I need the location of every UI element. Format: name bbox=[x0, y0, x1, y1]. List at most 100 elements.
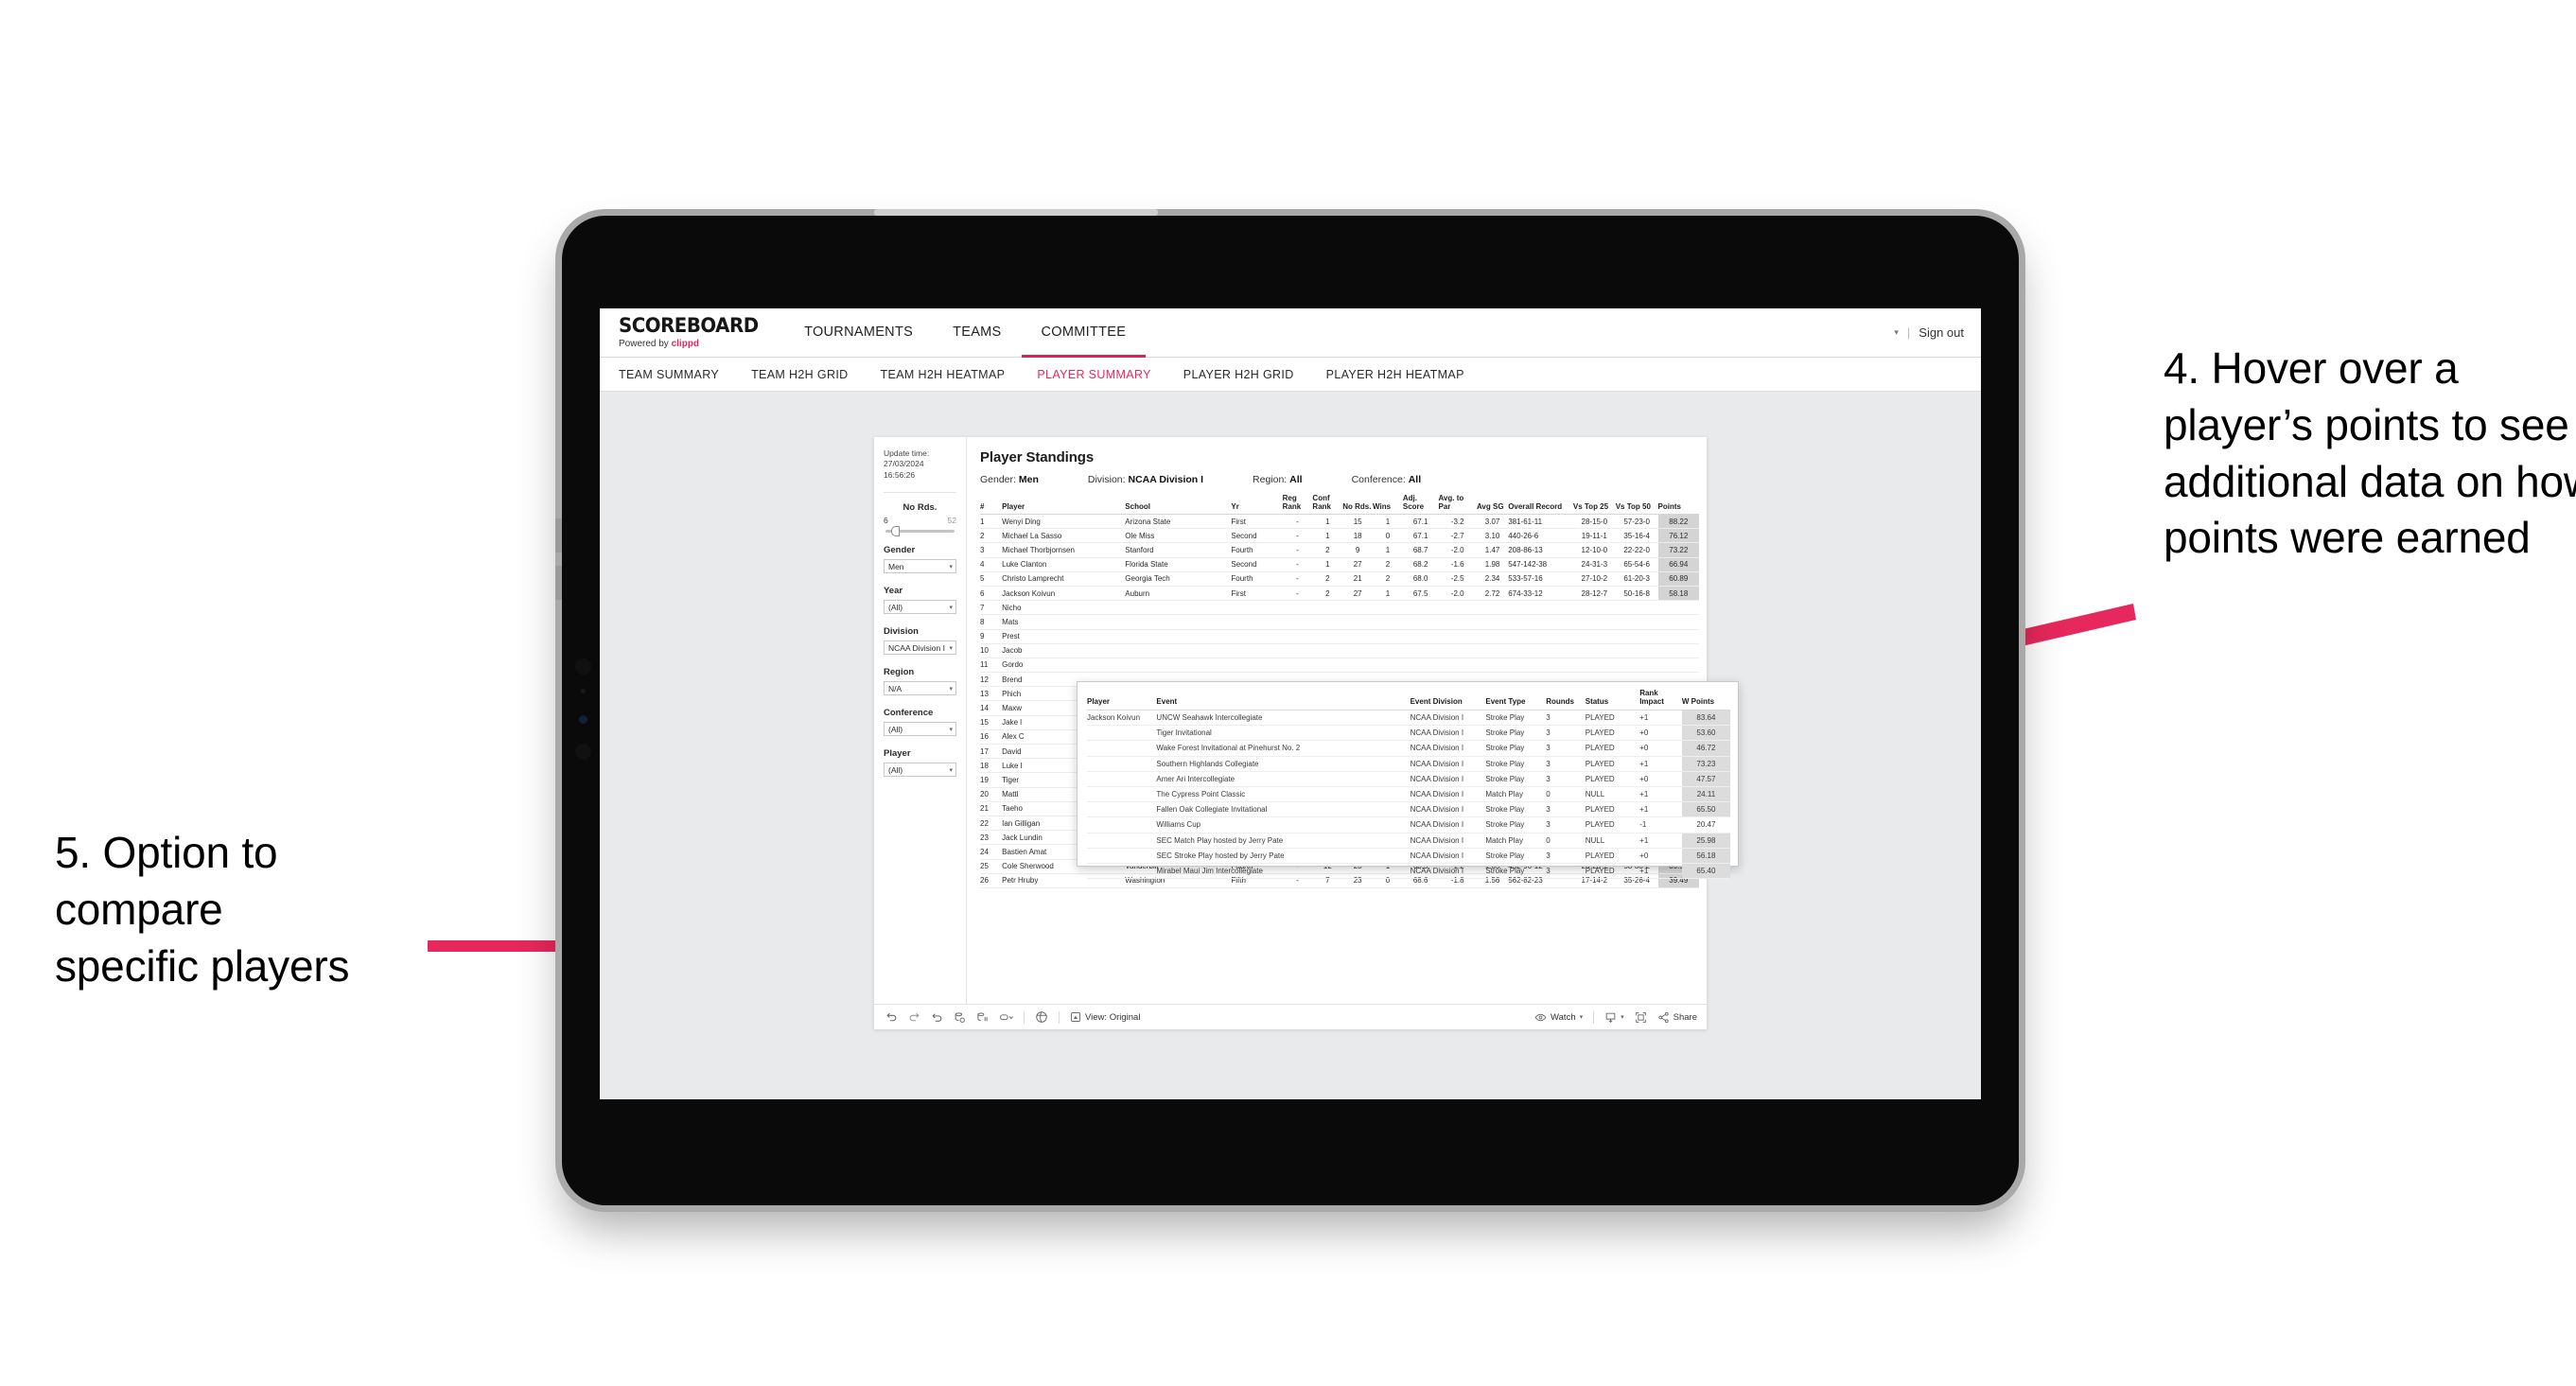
brand-logo[interactable]: SCOREBOARD Powered by clippd bbox=[600, 308, 784, 357]
tab-player-h2h-grid[interactable]: PLAYER H2H GRID bbox=[1183, 368, 1294, 381]
table-row[interactable]: 3 Michael Thorbjornsen Stanford Fourth -2 9 1 6… bbox=[980, 542, 1699, 558]
cell-points[interactable]: 76.12 bbox=[1657, 528, 1699, 544]
crumb-conference: Conference: All bbox=[1352, 474, 1422, 485]
tooltip-row: Mirabel Maui Jim Intercollegiate NCAA Div… bbox=[1087, 863, 1730, 880]
table-row[interactable]: 8 Mats bbox=[980, 614, 1699, 630]
redo-icon[interactable] bbox=[908, 1011, 920, 1024]
table-row[interactable]: 10 Jacob bbox=[980, 643, 1699, 658]
col-vs-top-50[interactable]: Vs Top 50 bbox=[1615, 494, 1658, 515]
filter-sidebar: Update time: 27/03/2024 16:56:26 No Rds.… bbox=[874, 437, 967, 1004]
filter-year-select[interactable]: (All) ▾ bbox=[884, 600, 956, 615]
table-row[interactable]: 1 Wenyi Ding Arizona State First -1 15 1 67.1 -3… bbox=[980, 515, 1699, 530]
pause-auto-update-icon[interactable] bbox=[976, 1011, 989, 1024]
cell-school: Stanford bbox=[1125, 542, 1232, 558]
watch-button[interactable]: Watch ▾ bbox=[1534, 1011, 1583, 1024]
cell-overall-record: 208-86-13 bbox=[1508, 542, 1573, 558]
cell-points[interactable] bbox=[1657, 629, 1699, 644]
share-view-icon[interactable] bbox=[1035, 1010, 1048, 1024]
cell-avg-sg: 1.47 bbox=[1476, 542, 1509, 558]
filter-gender-select[interactable]: Men ▾ bbox=[884, 559, 956, 574]
col-avg-sg[interactable]: Avg SG bbox=[1476, 494, 1509, 515]
filter-division-select[interactable]: NCAA Division I ▾ bbox=[884, 640, 956, 656]
tip-cell-w-points: 25.98 bbox=[1681, 833, 1730, 849]
table-row[interactable]: 11 Gordo bbox=[980, 658, 1699, 674]
tooltip-row: Jackson Koivun UNCW Seahawk Intercollegia… bbox=[1087, 710, 1730, 727]
table-row[interactable]: 2 Michael La Sasso Ole Miss Second -1 18 0 67.1… bbox=[980, 528, 1699, 544]
view-original-button[interactable]: View: Original bbox=[1070, 1011, 1140, 1023]
cell-points[interactable]: 88.22 bbox=[1657, 515, 1699, 530]
tip-cell-rank-impact: +1 bbox=[1639, 863, 1682, 880]
tab-team-summary[interactable]: TEAM SUMMARY bbox=[619, 368, 719, 381]
cell-rank: 14 bbox=[980, 700, 1003, 716]
tab-player-summary[interactable]: PLAYER SUMMARY bbox=[1037, 368, 1150, 381]
col-overall-record[interactable]: Overall Record bbox=[1508, 494, 1573, 515]
cell-year: Fourth bbox=[1231, 571, 1283, 587]
no-rounds-slider[interactable] bbox=[885, 526, 955, 537]
col-school[interactable]: School bbox=[1125, 494, 1232, 515]
tab-team-h2h-grid[interactable]: TEAM H2H GRID bbox=[751, 368, 848, 381]
col-reg-rank[interactable]: Reg Rank bbox=[1282, 494, 1313, 515]
share-button[interactable]: Share bbox=[1657, 1011, 1697, 1024]
table-row[interactable]: 4 Luke Clanton Florida State Second -1 27 2 68.… bbox=[980, 557, 1699, 572]
cell-vs-top-25: 28-15-0 bbox=[1572, 515, 1616, 530]
filter-conference-label: Conference bbox=[884, 708, 934, 719]
points-tooltip: Player Event Event Division Event Type R… bbox=[1077, 681, 1739, 880]
crumb-gender: Gender: Men bbox=[980, 474, 1039, 485]
col-avg-to-par[interactable]: Avg. to Par bbox=[1438, 494, 1477, 515]
filter-player-select[interactable]: (All) ▾ bbox=[884, 763, 956, 778]
cell-school bbox=[1125, 629, 1232, 644]
tooltip-header-row: Player Event Event Division Event Type R… bbox=[1087, 689, 1730, 711]
cell-points[interactable]: 73.22 bbox=[1657, 542, 1699, 558]
cell-wins: 2 bbox=[1373, 571, 1403, 587]
tab-player-h2h-heatmap[interactable]: PLAYER H2H HEATMAP bbox=[1326, 368, 1464, 381]
cell-points[interactable] bbox=[1657, 658, 1699, 674]
nav-committee[interactable]: COMMITTEE bbox=[1021, 308, 1147, 358]
cell-avg-sg bbox=[1476, 600, 1509, 616]
cell-year bbox=[1231, 600, 1283, 616]
download-button[interactable]: ▾ bbox=[1604, 1011, 1624, 1024]
filter-region-select[interactable]: N/A ▾ bbox=[884, 681, 956, 696]
primary-nav: TOURNAMENTS TEAMS COMMITTEE bbox=[784, 308, 1147, 358]
table-row[interactable]: 5 Christo Lamprecht Georgia Tech Fourth -2 21… bbox=[980, 571, 1699, 587]
cell-vs-top-25 bbox=[1572, 658, 1616, 674]
cell-points[interactable] bbox=[1657, 600, 1699, 616]
col-no-rounds[interactable]: No Rds. bbox=[1342, 494, 1374, 515]
col-adj-score[interactable]: Adj. Score bbox=[1402, 494, 1439, 515]
nav-tournaments[interactable]: TOURNAMENTS bbox=[784, 308, 933, 358]
revert-icon[interactable] bbox=[931, 1011, 943, 1024]
col-conf-rank[interactable]: Conf Rank bbox=[1312, 494, 1343, 515]
fullscreen-icon[interactable] bbox=[1635, 1011, 1647, 1024]
cell-vs-top-50 bbox=[1615, 629, 1658, 644]
no-rounds-slider-handle[interactable] bbox=[890, 526, 900, 537]
cell-avg-sg bbox=[1476, 629, 1509, 644]
cell-points[interactable] bbox=[1657, 614, 1699, 630]
table-row[interactable]: 7 Nicho bbox=[980, 600, 1699, 616]
cell-points[interactable]: 58.18 bbox=[1657, 586, 1699, 602]
col-rank[interactable]: # bbox=[980, 494, 1003, 515]
clippd-name: clippd bbox=[671, 339, 700, 349]
filter-conference-select[interactable]: (All) ▾ bbox=[884, 722, 956, 737]
chevron-down-icon[interactable]: ▾ bbox=[1894, 327, 1899, 338]
cell-points[interactable] bbox=[1657, 643, 1699, 658]
table-row[interactable]: 6 Jackson Koivun Auburn First -2 27 1 67.5 -2.0 2… bbox=[980, 586, 1699, 602]
cell-school: Ole Miss bbox=[1125, 528, 1232, 544]
table-row[interactable]: 9 Prest bbox=[980, 629, 1699, 644]
refresh-data-icon[interactable] bbox=[954, 1011, 966, 1024]
tab-team-h2h-heatmap[interactable]: TEAM H2H HEATMAP bbox=[881, 368, 1006, 381]
col-points[interactable]: Points bbox=[1657, 494, 1699, 515]
cell-vs-top-50 bbox=[1615, 614, 1658, 630]
nav-teams[interactable]: TEAMS bbox=[933, 308, 1021, 358]
sign-out-link[interactable]: Sign out bbox=[1919, 325, 1964, 340]
tip-col-w-points: W Points bbox=[1681, 689, 1730, 711]
cell-points[interactable]: 60.89 bbox=[1657, 571, 1699, 587]
update-time-label: Update time: bbox=[884, 448, 930, 458]
col-vs-top-25[interactable]: Vs Top 25 bbox=[1572, 494, 1616, 515]
filter-no-rounds[interactable]: No Rds. 6 52 bbox=[884, 502, 956, 537]
undo-icon[interactable] bbox=[885, 1011, 898, 1024]
cell-player: Mats bbox=[1002, 614, 1126, 630]
custom-views-icon[interactable] bbox=[999, 1011, 1013, 1024]
col-player[interactable]: Player bbox=[1002, 494, 1126, 515]
col-wins[interactable]: Wins bbox=[1373, 494, 1403, 515]
col-year[interactable]: Yr bbox=[1231, 494, 1283, 515]
cell-points[interactable]: 66.94 bbox=[1657, 557, 1699, 572]
